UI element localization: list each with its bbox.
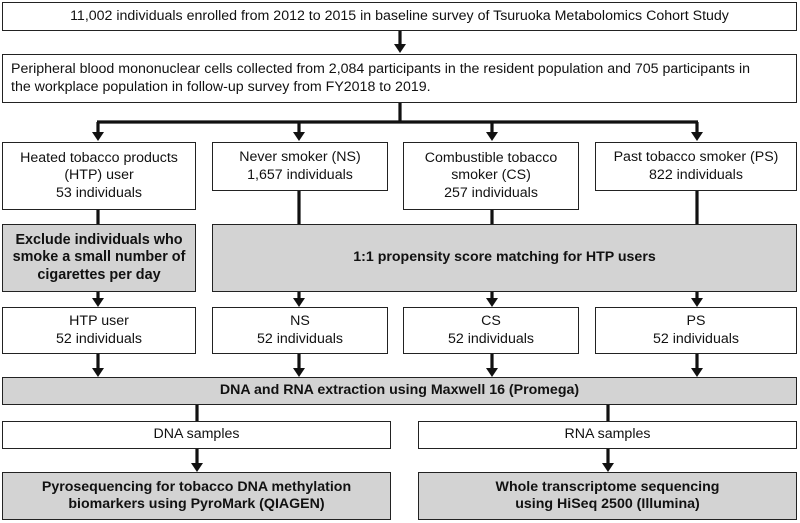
arrowhead: [92, 368, 104, 377]
arrowhead: [293, 132, 305, 141]
group-label: Combustible tobacco smoker (CS) 257 indi…: [424, 149, 558, 201]
arrowhead: [602, 463, 614, 472]
exclusion-text: Exclude individuals who smoke a small nu…: [12, 231, 186, 283]
group-label: Never smoker (NS) 1,657 individuals: [239, 149, 361, 183]
dna-samples-box: DNA samples: [2, 421, 391, 449]
arrowhead: [92, 132, 104, 141]
arrowhead: [293, 368, 305, 377]
matched-box-ps: PS 52 individuals: [595, 307, 797, 354]
matched-label: CS 52 individuals: [448, 313, 534, 347]
sample-label: DNA samples: [153, 426, 240, 443]
arrowhead: [691, 368, 703, 377]
group-label: Past tobacco smoker (PS) 822 individuals: [613, 149, 779, 183]
transcriptome-sequencing-box: Whole transcriptome sequencing using HiS…: [418, 472, 797, 520]
pyrosequencing-box: Pyrosequencing for tobacco DNA methylati…: [2, 472, 391, 520]
group-box-ps: Past tobacco smoker (PS) 822 individuals: [595, 142, 797, 191]
arrowhead: [486, 132, 498, 141]
group-box-htp: Heated tobacco products (HTP) user 53 in…: [2, 142, 196, 210]
matched-box-htp: HTP user 52 individuals: [2, 307, 196, 354]
propensity-matching-text: 1:1 propensity score matching for HTP us…: [353, 249, 656, 266]
matched-box-ns: NS 52 individuals: [212, 307, 388, 354]
matched-label: PS 52 individuals: [653, 313, 739, 347]
group-label: Heated tobacco products (HTP) user 53 in…: [20, 149, 178, 201]
arrowhead: [486, 368, 498, 377]
arrowhead: [691, 132, 703, 141]
analysis-label: Whole transcriptome sequencing using HiS…: [495, 478, 720, 513]
enrollment-box: 11,002 individuals enrolled from 2012 to…: [2, 2, 797, 31]
arrowhead: [486, 298, 498, 307]
arrowhead: [293, 298, 305, 307]
propensity-matching-box: 1:1 propensity score matching for HTP us…: [212, 224, 797, 292]
arrowhead: [92, 298, 104, 307]
extraction-text: DNA and RNA extraction using Maxwell 16 …: [219, 382, 580, 399]
arrowhead: [394, 44, 406, 53]
matched-label: NS 52 individuals: [257, 313, 343, 347]
pbmc-collection-text: Peripheral blood mononuclear cells colle…: [11, 61, 750, 95]
group-box-ns: Never smoker (NS) 1,657 individuals: [212, 142, 388, 191]
analysis-label: Pyrosequencing for tobacco DNA methylati…: [41, 478, 352, 513]
matched-label: HTP user 52 individuals: [56, 313, 142, 347]
extraction-box: DNA and RNA extraction using Maxwell 16 …: [2, 377, 797, 405]
group-box-cs: Combustible tobacco smoker (CS) 257 indi…: [403, 142, 579, 210]
matched-box-cs: CS 52 individuals: [403, 307, 579, 354]
rna-samples-box: RNA samples: [418, 421, 797, 449]
pbmc-collection-box: Peripheral blood mononuclear cells colle…: [2, 54, 797, 103]
enrollment-text: 11,002 individuals enrolled from 2012 to…: [70, 7, 729, 24]
arrowhead: [191, 463, 203, 472]
arrowhead: [691, 298, 703, 307]
sample-label: RNA samples: [564, 426, 651, 443]
exclusion-box: Exclude individuals who smoke a small nu…: [2, 224, 196, 292]
